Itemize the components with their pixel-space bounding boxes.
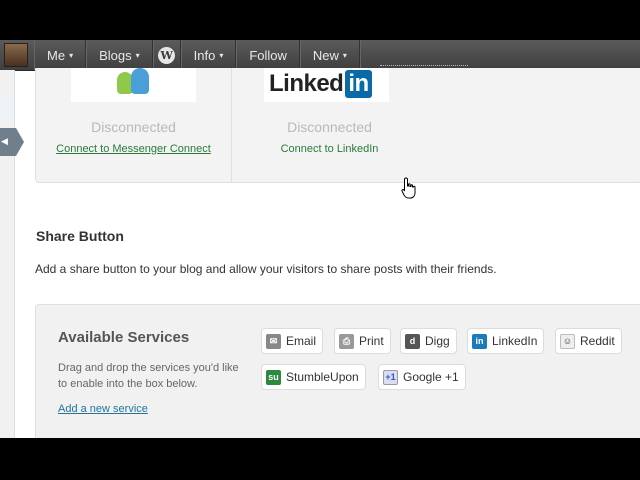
- adminbar-wordpress[interactable]: W: [152, 40, 181, 70]
- stumbleupon-icon: su: [266, 369, 281, 385]
- service-google-plus[interactable]: +1 Google +1: [378, 364, 466, 390]
- connect-linkedin-link[interactable]: Connect to LinkedIn: [232, 143, 427, 155]
- service-reddit[interactable]: ☺ Reddit: [555, 328, 622, 354]
- chevron-down-icon: ▾: [219, 50, 224, 60]
- adminbar-search[interactable]: [380, 62, 468, 66]
- connection-status: Disconnected: [287, 119, 372, 135]
- admin-bar: Me ▾ Blogs ▾ W Info ▾ Follow New ▾: [0, 40, 640, 71]
- wordpress-logo-icon: W: [158, 46, 176, 64]
- service-print[interactable]: ⎙ Print: [334, 328, 391, 354]
- adminbar-new-label: New: [312, 47, 339, 63]
- service-label: StumbleUpon: [286, 370, 359, 384]
- linkedin-wordmark: Linked in: [269, 70, 372, 98]
- service-linkedin[interactable]: in LinkedIn: [467, 328, 545, 354]
- chevron-down-icon: ▾: [135, 50, 140, 60]
- linkedin-logo: Linked in: [264, 68, 389, 102]
- adminbar-blogs[interactable]: Blogs ▾: [86, 40, 153, 70]
- email-icon: ✉: [266, 333, 281, 349]
- chevron-down-icon: ▾: [342, 50, 347, 60]
- connection-status: Disconnected: [91, 119, 176, 135]
- service-digg[interactable]: d Digg: [400, 328, 457, 354]
- browser-viewport: Me ▾ Blogs ▾ W Info ▾ Follow New ▾ ◀ Disconn…: [0, 40, 640, 438]
- adminbar-info[interactable]: Info ▾: [180, 40, 237, 70]
- adminbar-follow[interactable]: Follow: [236, 40, 300, 70]
- service-label: Email: [286, 334, 317, 348]
- service-label: Reddit: [580, 334, 615, 348]
- connection-linkedin: Linked in Disconnected Connect to LinkedI…: [232, 68, 427, 182]
- add-service-link[interactable]: Add a new service: [58, 403, 148, 415]
- adminbar-follow-label: Follow: [249, 47, 287, 63]
- service-stumbleupon[interactable]: su StumbleUpon: [261, 364, 366, 390]
- digg-icon: d: [405, 333, 420, 349]
- connections-panel: Disconnected Connect to Messenger Connec…: [35, 68, 640, 183]
- adminbar-info-label: Info: [193, 47, 216, 63]
- service-label: LinkedIn: [492, 334, 538, 348]
- section-title: Share Button: [36, 228, 124, 244]
- service-label: Google +1: [403, 370, 459, 384]
- panel-title: Available Services: [58, 329, 190, 346]
- panel-description: Drag and drop the services you'd like to…: [58, 362, 239, 390]
- hand-cursor-icon: [401, 177, 416, 199]
- adminbar-me[interactable]: Me ▾: [34, 40, 87, 70]
- available-services-panel: Available Services Drag and drop the ser…: [35, 304, 640, 438]
- chevron-left-icon: ◀: [1, 136, 8, 146]
- service-label: Print: [359, 334, 384, 348]
- service-label: Digg: [425, 334, 450, 348]
- chevron-down-icon: ▾: [69, 50, 74, 60]
- connect-messenger-link[interactable]: Connect to Messenger Connect: [36, 143, 231, 155]
- reddit-icon: ☺: [560, 333, 575, 349]
- user-avatar[interactable]: [4, 43, 28, 67]
- adminbar-new[interactable]: New ▾: [299, 40, 360, 70]
- linkedin-icon: in: [472, 333, 487, 349]
- adminbar-blogs-label: Blogs: [99, 47, 132, 63]
- menu-collapse-tab[interactable]: ◀: [0, 128, 24, 156]
- messenger-icon: [113, 68, 153, 98]
- admin-menu-strip: [0, 70, 15, 438]
- print-icon: ⎙: [339, 333, 354, 349]
- section-description: Add a share button to your blog and allo…: [35, 262, 497, 276]
- connection-messenger: Disconnected Connect to Messenger Connec…: [36, 68, 232, 182]
- google-plus-icon: +1: [383, 369, 398, 385]
- menu-highlight: [0, 97, 14, 122]
- messenger-logo: [71, 68, 196, 102]
- adminbar-me-label: Me: [47, 47, 66, 63]
- service-email[interactable]: ✉ Email: [261, 328, 324, 354]
